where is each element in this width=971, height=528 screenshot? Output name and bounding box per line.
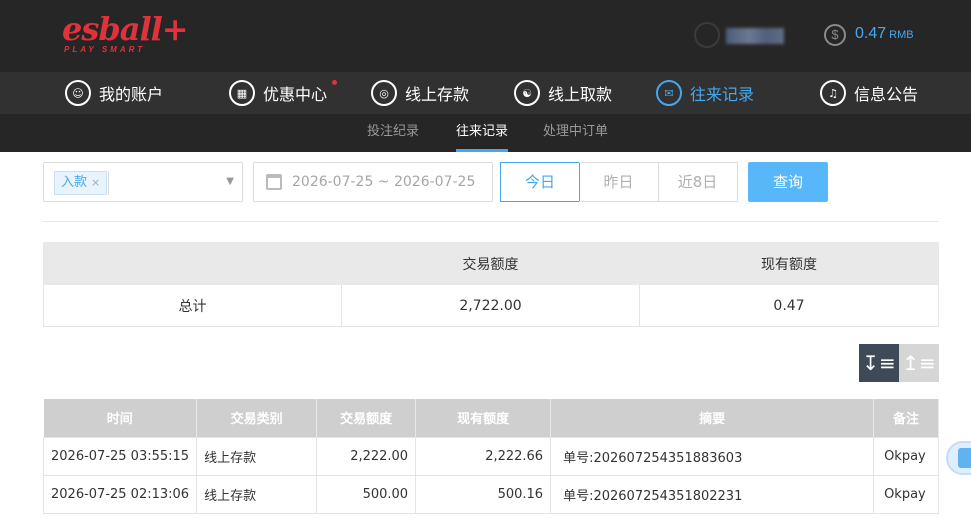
username-blurred: [726, 28, 784, 44]
divider: [43, 221, 939, 222]
logo-wordmark: esball+: [62, 10, 189, 48]
transaction-type-select[interactable]: 入款 × ▼: [43, 162, 243, 202]
cell-type: 线上存款: [196, 474, 318, 514]
nav-records[interactable]: ✉ 往来记录: [656, 72, 754, 114]
col-remark: 备注: [873, 399, 939, 437]
tag-remove-icon[interactable]: ×: [91, 176, 100, 189]
date-range-value: 2026-07-25 ~ 2026-07-25: [292, 174, 476, 190]
gift-icon: ▦: [229, 80, 255, 106]
nav-deposit[interactable]: ◎ 线上存款: [371, 72, 469, 114]
summary-amount: 2,722.00: [341, 284, 640, 327]
nav-label: 线上取款: [548, 85, 613, 104]
col-balance: 现有额度: [415, 399, 552, 437]
sub-nav: 投注纪录 往来记录 处理中订单: [0, 114, 971, 152]
summary-header-amount: 交易额度: [341, 242, 640, 285]
records-table: 时间 交易类别 交易额度 现有额度 摘要 备注 2026-07-25 03:55…: [42, 399, 939, 514]
user-icon: ☺: [65, 80, 91, 106]
user-avatar-icon[interactable]: [694, 22, 720, 48]
nav-label: 往来记录: [690, 85, 755, 104]
nav-withdraw[interactable]: ☯ 线上取款: [514, 72, 612, 114]
nav-label: 信息公告: [854, 85, 919, 104]
deposit-icon: ◎: [371, 80, 397, 106]
tab-pending-orders[interactable]: 处理中订单: [543, 114, 608, 152]
sort-descending-icon[interactable]: ↧≡: [859, 344, 899, 382]
summary-table: 交易额度 现有额度 总计 2,722.00 0.47: [43, 242, 939, 327]
selected-type-tag[interactable]: 入款 ×: [54, 171, 108, 195]
summary-row: 总计 2,722.00 0.47: [43, 284, 939, 327]
cell-time: 2026-07-25 03:55:15: [42, 436, 198, 476]
table-row: 2026-07-25 03:55:15 线上存款 2,222.00 2,222.…: [42, 436, 939, 476]
nav-announcements[interactable]: ♫ 信息公告: [820, 72, 918, 114]
cell-balance: 500.16: [415, 474, 552, 514]
summary-label: 总计: [43, 284, 342, 327]
calendar-icon: [266, 174, 282, 190]
cell-balance: 2,222.66: [415, 436, 552, 476]
nav-label: 线上存款: [405, 85, 470, 104]
col-summary: 摘要: [550, 399, 875, 437]
nav-my-account[interactable]: ☺ 我的账户: [65, 72, 163, 114]
summary-balance: 0.47: [639, 284, 939, 327]
brand-logo[interactable]: esball+ PLAY SMART: [62, 12, 189, 58]
tab-transaction-records[interactable]: 往来记录: [456, 114, 509, 152]
date-range-input[interactable]: 2026-07-25 ~ 2026-07-25: [253, 162, 493, 202]
summary-header-balance: 现有额度: [639, 242, 939, 285]
withdraw-icon: ☯: [514, 80, 540, 106]
logo-tagline: PLAY SMART: [64, 45, 146, 54]
cell-type: 线上存款: [196, 436, 318, 476]
summary-header-blank: [43, 242, 342, 285]
main-nav: ☺ 我的账户 ▦ 优惠中心 ◎ 线上存款 ☯ 线上取款 ✉ 往来记录 ♫ 信息公…: [0, 72, 971, 114]
account-balance: 0.47 RMB: [855, 25, 914, 43]
range-yesterday-button[interactable]: 昨日: [579, 162, 659, 202]
cell-amount: 2,222.00: [316, 436, 417, 476]
balance-currency: RMB: [889, 29, 914, 41]
sort-ascending-icon[interactable]: ↥≡: [899, 344, 939, 382]
table-row: 2026-07-25 02:13:06 线上存款 500.00 500.16 单…: [42, 474, 939, 514]
dollar-icon: $: [824, 24, 846, 46]
tag-separator: [108, 171, 109, 195]
query-button[interactable]: 查询: [748, 162, 828, 202]
col-time: 时间: [43, 399, 198, 437]
range-last8days-button[interactable]: 近8日: [658, 162, 738, 202]
cell-summary: 单号:202607254351802231: [550, 474, 875, 514]
cell-remark: Okpay: [873, 436, 939, 476]
nav-label: 优惠中心: [263, 85, 328, 104]
cell-amount: 500.00: [316, 474, 417, 514]
cell-summary: 单号:202607254351883603: [550, 436, 875, 476]
top-header: esball+ PLAY SMART $ 0.47 RMB: [0, 0, 971, 72]
cell-time: 2026-07-25 02:13:06: [42, 474, 198, 514]
balance-value: 0.47: [855, 25, 887, 42]
nav-label: 我的账户: [99, 85, 164, 104]
col-amount: 交易额度: [316, 399, 417, 437]
cell-remark: Okpay: [873, 474, 939, 514]
records-icon: ✉: [656, 80, 682, 106]
chevron-down-icon[interactable]: ▼: [226, 176, 234, 187]
notification-dot: [332, 80, 338, 85]
nav-promotions[interactable]: ▦ 优惠中心: [229, 72, 338, 114]
bell-icon: ♫: [820, 80, 846, 106]
chat-icon: [958, 448, 971, 468]
tag-label: 入款: [61, 175, 88, 190]
range-today-button[interactable]: 今日: [500, 162, 580, 202]
tab-bet-records[interactable]: 投注纪录: [367, 114, 419, 152]
col-type: 交易类别: [196, 399, 318, 437]
floating-chat-button[interactable]: [946, 441, 971, 475]
